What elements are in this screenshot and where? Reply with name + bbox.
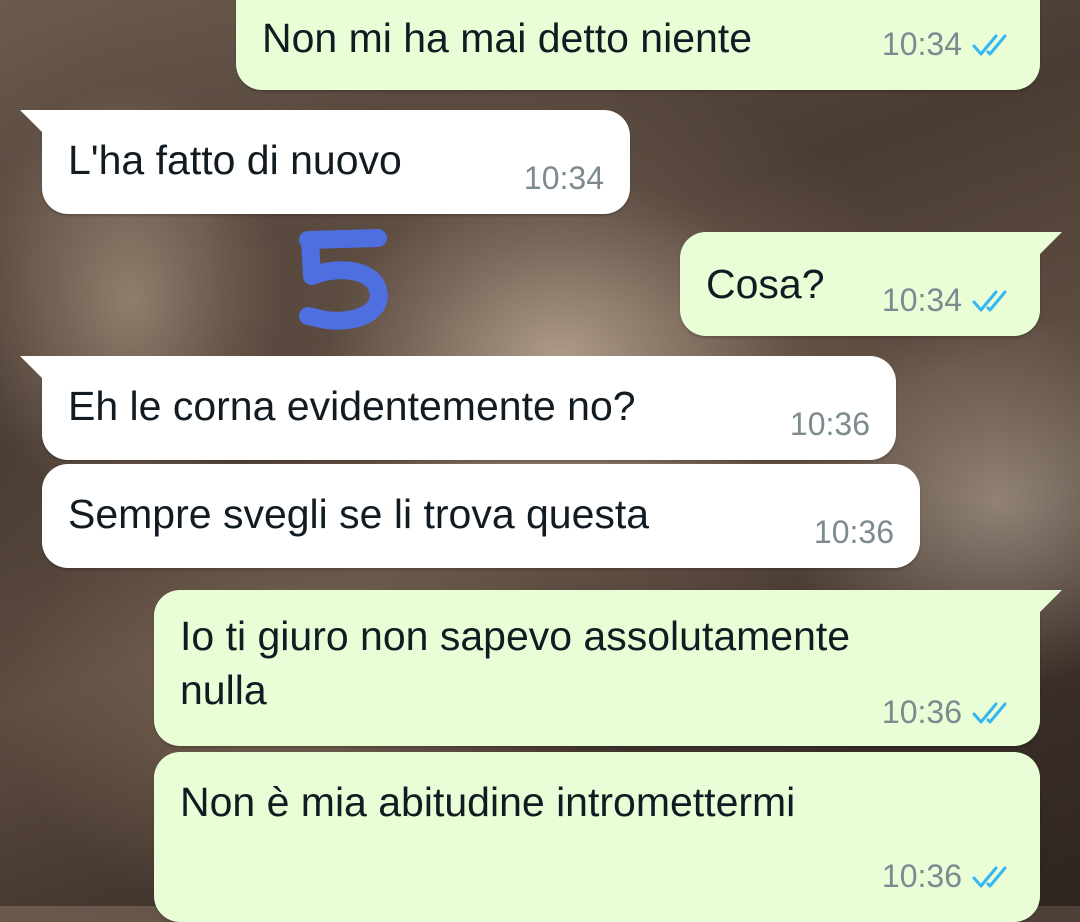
message-time: 10:36 xyxy=(813,514,894,550)
message-text-line-2: nulla xyxy=(180,667,267,713)
message-text: Non mi ha mai detto niente xyxy=(262,15,752,61)
message-meta: 10:36 xyxy=(790,406,870,443)
message-bubble-outgoing[interactable]: Cosa? 10:34 xyxy=(680,232,1062,336)
message-meta: 10:36 xyxy=(814,514,894,551)
message-text: Non è mia abitudine intromettermi xyxy=(180,779,796,825)
message-time: 10:34 xyxy=(881,282,962,318)
message-bubble-outgoing[interactable]: Io ti giuro non sapevo assolutamente nul… xyxy=(154,590,1062,746)
message-time: 10:36 xyxy=(881,694,962,730)
message-meta: 10:34 xyxy=(882,26,1014,63)
message-bubble-incoming[interactable]: Eh le corna evidentemente no? 10:36 xyxy=(20,356,896,460)
message-meta: 10:36 xyxy=(882,858,1014,895)
message-time: 10:34 xyxy=(881,26,962,62)
double-check-read-icon xyxy=(972,34,1007,55)
message-bubble-incoming[interactable]: L'ha fatto di nuovo 10:34 xyxy=(20,110,630,214)
double-check-read-icon xyxy=(972,290,1007,311)
message-bubble-incoming[interactable]: Sempre svegli se li trova questa 10:36 xyxy=(42,464,920,568)
message-text: Eh le corna evidentemente no? xyxy=(68,383,636,429)
message-bubble-outgoing[interactable]: Non mi ha mai detto niente 10:34 xyxy=(236,0,1040,90)
message-text-line-1: Io ti giuro non sapevo assolutamente xyxy=(180,613,851,659)
message-time: 10:36 xyxy=(789,406,870,442)
message-meta: 10:34 xyxy=(524,160,604,197)
message-text: L'ha fatto di nuovo xyxy=(68,137,402,183)
double-check-read-icon xyxy=(972,702,1007,723)
message-meta: 10:34 xyxy=(882,282,1014,319)
message-text: Cosa? xyxy=(706,261,825,307)
message-meta: 10:36 xyxy=(882,694,1014,731)
message-time: 10:36 xyxy=(881,858,962,894)
chat-conversation: Non mi ha mai detto niente 10:34 L'ha fa… xyxy=(0,0,1080,922)
message-text: Sempre svegli se li trova questa xyxy=(68,491,650,537)
message-time: 10:34 xyxy=(523,160,604,196)
handwritten-number-5-icon xyxy=(299,229,388,330)
double-check-read-icon xyxy=(972,866,1007,887)
message-bubble-outgoing[interactable]: Non è mia abitudine intromettermi 10:36 xyxy=(154,752,1040,922)
